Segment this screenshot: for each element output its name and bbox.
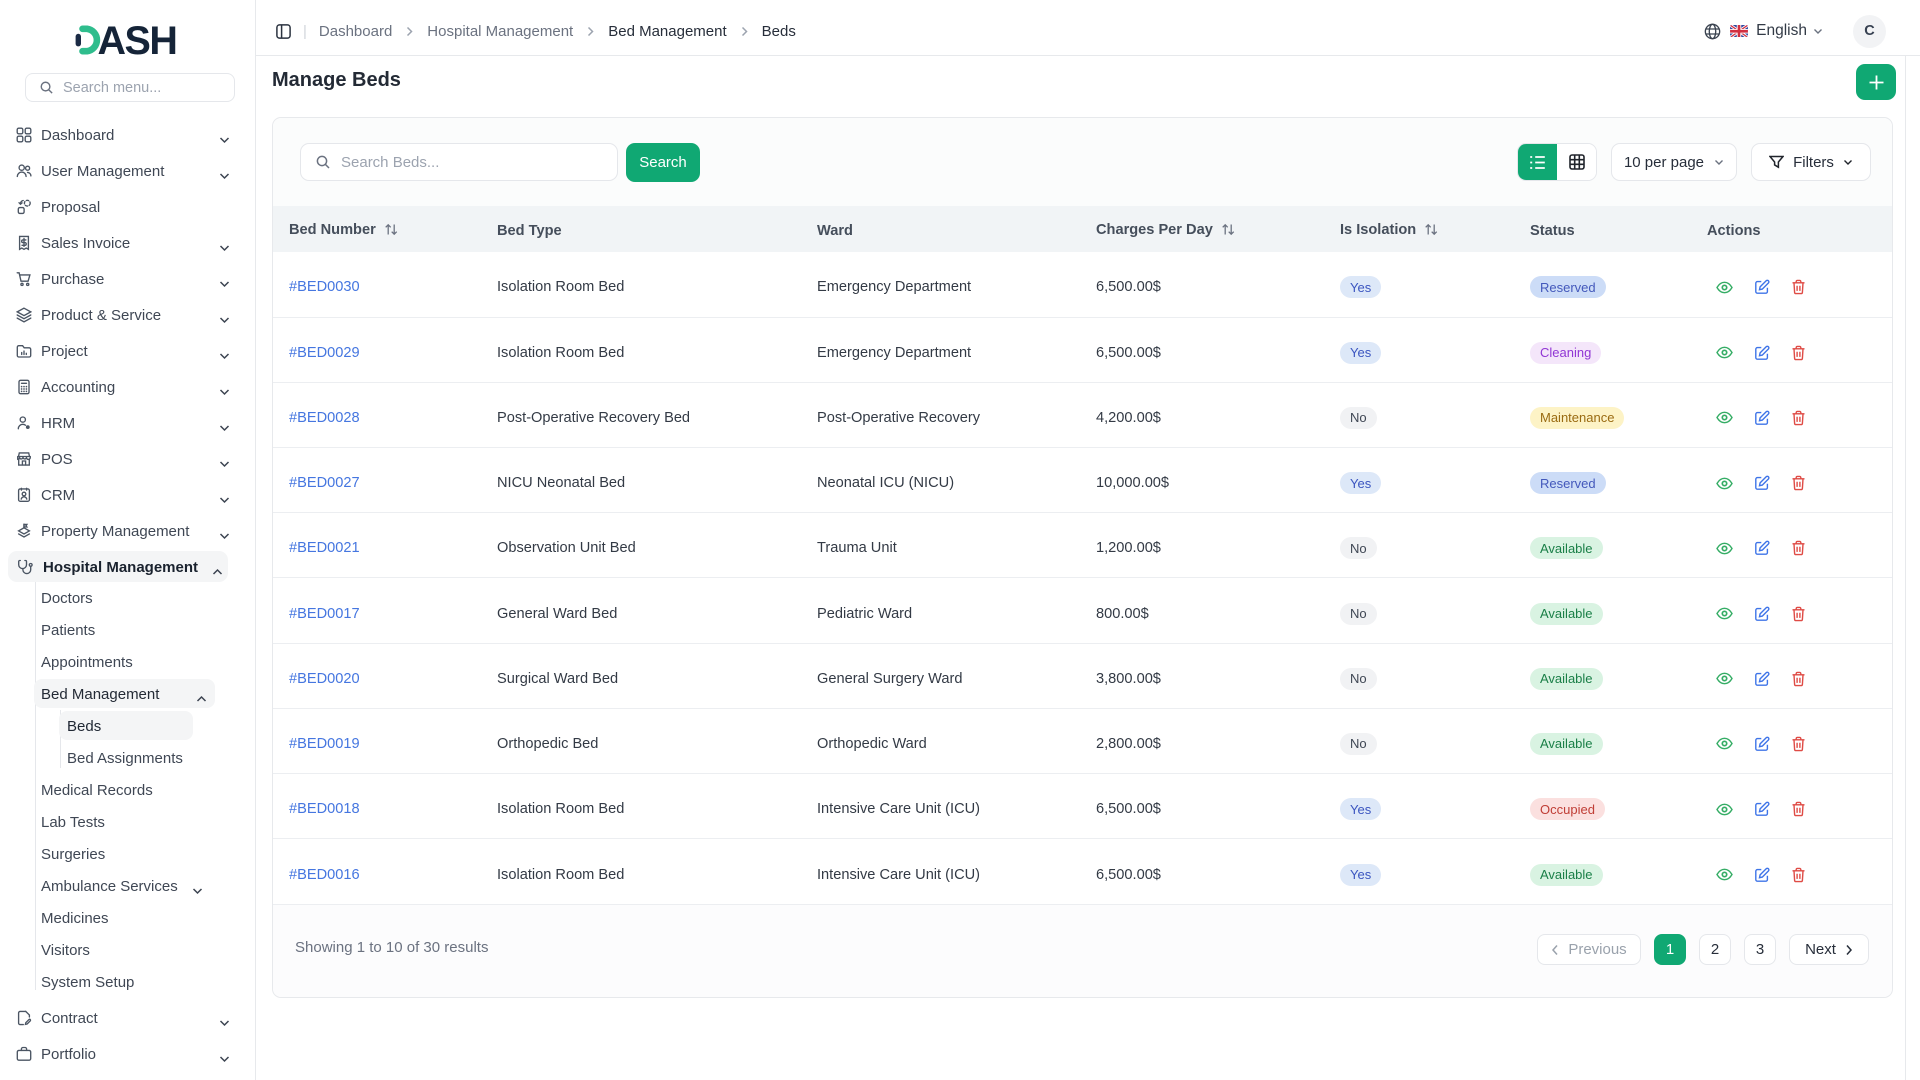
- svg-text:ASH: ASH: [98, 22, 177, 57]
